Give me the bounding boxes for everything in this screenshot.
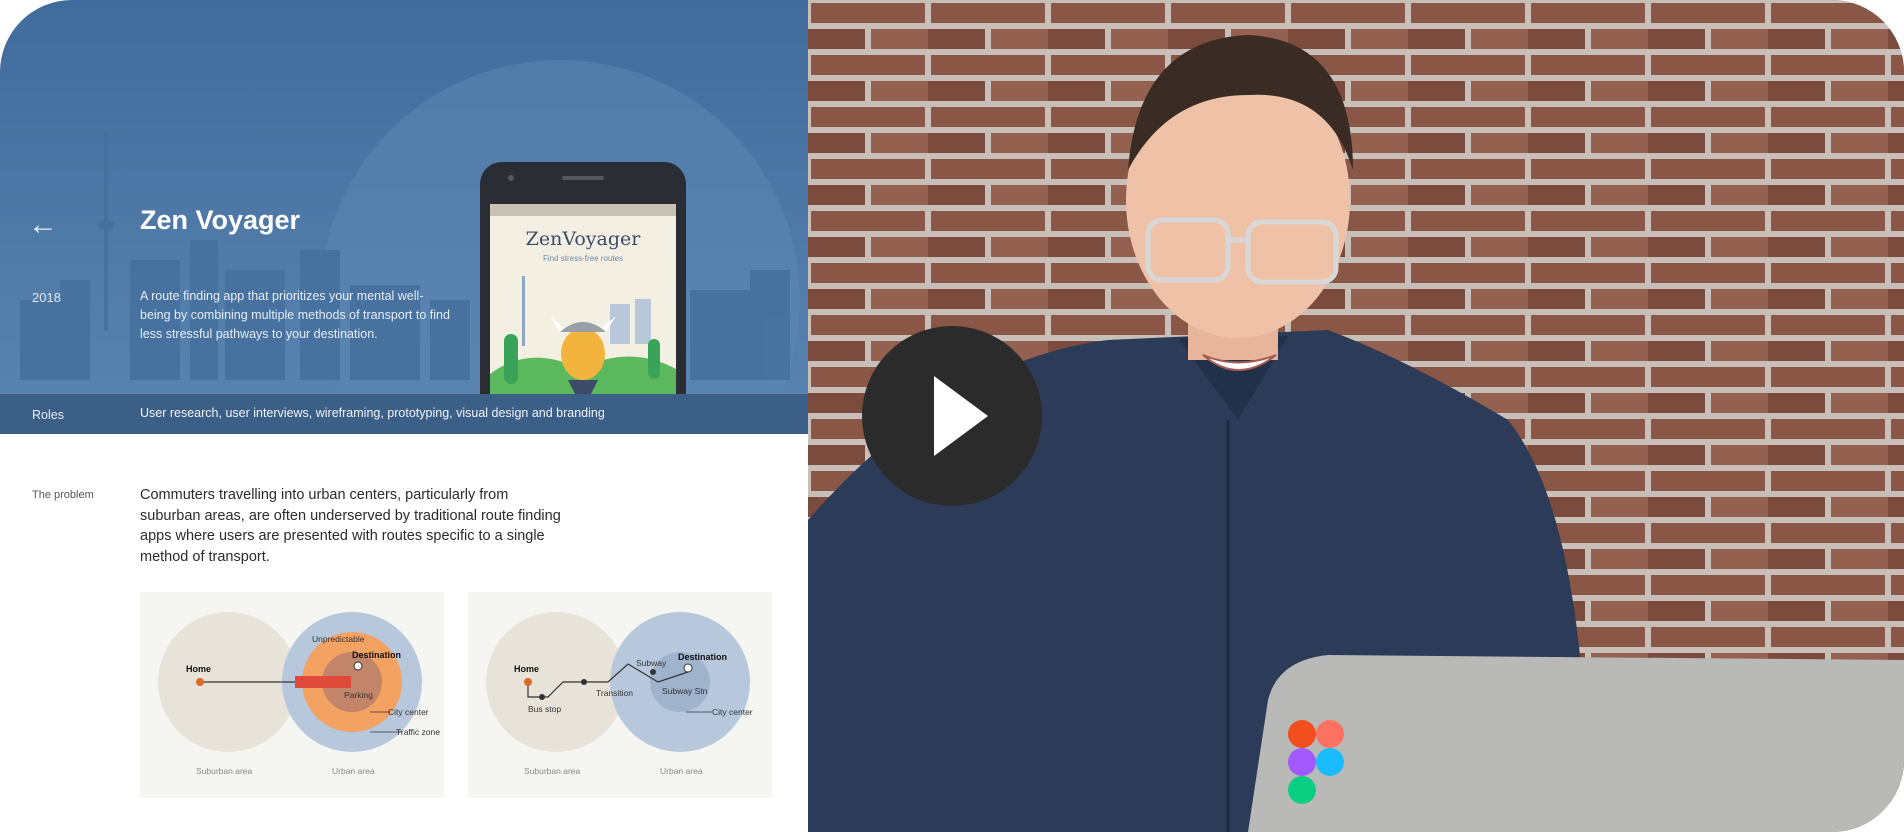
destination-label: Destination (352, 650, 402, 660)
urban-label: Urban area (332, 766, 375, 776)
play-button[interactable] (862, 326, 1042, 506)
unpredictable-label: Unpredictable (312, 634, 365, 644)
home-label: Home (514, 664, 540, 674)
roles-label: Roles (32, 408, 64, 422)
roles-text: User research, user interviews, wirefram… (140, 406, 605, 420)
play-icon (934, 376, 988, 456)
figma-logo-icon (1288, 720, 1344, 804)
transition-label: Transition (596, 688, 634, 698)
home-label: Home (186, 664, 212, 674)
route-diagram-traditional: Home Destination Unpredictable Parking C… (140, 592, 444, 798)
suburban-label: Suburban area (524, 766, 581, 776)
subway-label: Subway (636, 658, 667, 668)
city-skyline-illustration (20, 60, 800, 434)
traffic-zone-label: Traffic zone (396, 727, 440, 737)
case-study-preview: ← Zen Voyager 2018 A route finding app t… (0, 0, 808, 832)
city-center-label: City center (388, 707, 429, 717)
subway-stn-label: Subway Stn (662, 686, 708, 696)
phone-mockup: ZenVoyager Find stress-free routes (480, 162, 686, 402)
bus-stop-label: Bus stop (528, 704, 562, 714)
problem-text: Commuters travelling into urban centers,… (140, 487, 561, 565)
hero-banner: ← Zen Voyager 2018 A route finding app t… (0, 0, 808, 434)
suburban-label: Suburban area (196, 766, 253, 776)
project-description: A route finding app that prioritizes you… (140, 289, 450, 341)
destination-label: Destination (678, 652, 728, 662)
urban-label: Urban area (660, 766, 703, 776)
problem-label: The problem (32, 489, 94, 501)
video-card[interactable]: ← Zen Voyager 2018 A route finding app t… (0, 0, 1904, 832)
city-center-label: City center (712, 707, 753, 717)
parking-label: Parking (344, 690, 373, 700)
arrow-left-icon[interactable]: ← (28, 208, 58, 242)
route-diagram-multimodal: Home Destination Bus stop Subway Transit… (468, 592, 772, 798)
viking-mascot-illustration (490, 276, 676, 402)
phone-screen: ZenVoyager Find stress-free routes (490, 204, 676, 402)
project-year: 2018 (32, 290, 61, 305)
project-title: Zen Voyager (140, 205, 301, 235)
roles-bar: Roles User research, user interviews, wi… (0, 394, 808, 434)
